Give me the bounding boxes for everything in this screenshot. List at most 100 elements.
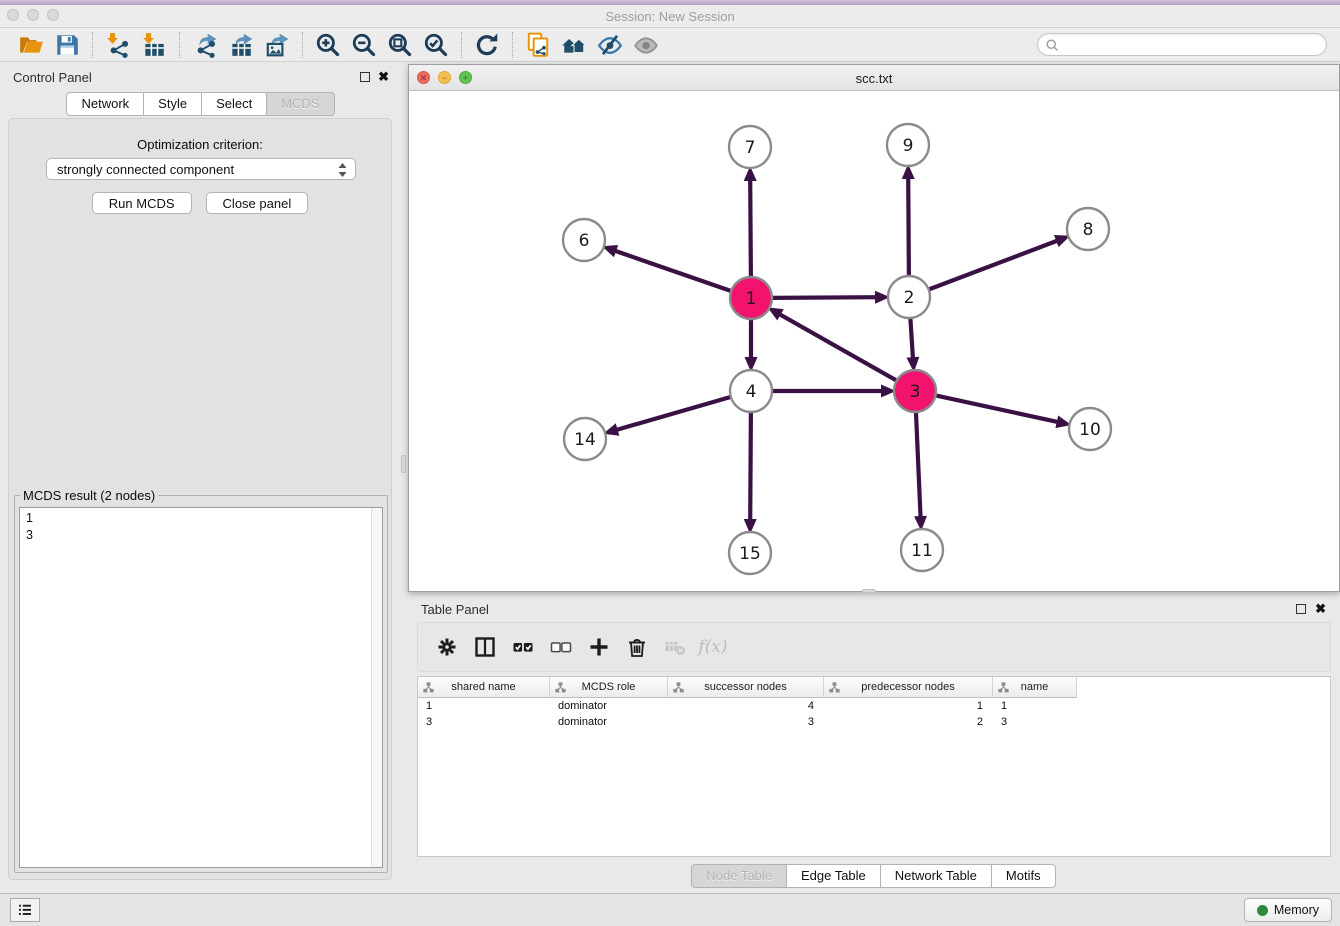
table-cell[interactable]: 4 <box>668 698 824 714</box>
table-cell[interactable]: dominator <box>550 698 668 714</box>
graph-edge-3-11[interactable] <box>916 411 921 518</box>
table-close-panel-icon[interactable]: ✖ <box>1315 601 1326 617</box>
task-history-button[interactable] <box>10 898 40 922</box>
node-table: shared nameMCDS rolesuccessor nodesprede… <box>417 676 1331 857</box>
graph-edge-4-15[interactable] <box>750 411 751 521</box>
save-icon[interactable] <box>49 31 85 59</box>
first-neighbors-icon[interactable] <box>556 31 592 59</box>
horizontal-splitter-handle[interactable] <box>862 589 876 593</box>
graph-node-7[interactable]: 7 <box>729 126 771 168</box>
graph-node-15[interactable]: 15 <box>729 532 771 574</box>
table-cell[interactable]: 1 <box>824 698 993 714</box>
graph-edge-2-8[interactable] <box>928 240 1058 290</box>
refresh-icon[interactable] <box>469 31 505 59</box>
tab-style[interactable]: Style <box>143 92 202 116</box>
tab-mcds[interactable]: MCDS <box>266 92 334 116</box>
search-input[interactable] <box>1064 35 1319 54</box>
table-tab-network-table[interactable]: Network Table <box>880 864 992 888</box>
settings-gear-icon[interactable] <box>428 632 466 662</box>
toolbar-icon-groups <box>0 28 671 61</box>
memory-button[interactable]: Memory <box>1244 898 1332 922</box>
table-cell[interactable]: 3 <box>668 714 824 730</box>
select-all-icon[interactable] <box>504 632 542 662</box>
table-float-panel-icon[interactable] <box>1296 604 1306 614</box>
network-window-titlebar[interactable]: ✕ − + scc.txt <box>409 65 1339 91</box>
run-mcds-button[interactable]: Run MCDS <box>92 192 192 214</box>
graph-node-2[interactable]: 2 <box>888 276 930 318</box>
close-panel-icon[interactable]: ✖ <box>378 69 389 85</box>
tab-network[interactable]: Network <box>66 92 144 116</box>
zoom-in-icon[interactable] <box>310 31 346 59</box>
table-cell[interactable]: 3 <box>418 714 550 730</box>
tab-select[interactable]: Select <box>201 92 267 116</box>
search-box[interactable] <box>1037 33 1327 56</box>
table-row[interactable]: 1dominator411 <box>418 698 1330 714</box>
mcds-result-fieldset: MCDS result (2 nodes) 1 3 <box>14 495 388 873</box>
export-network-icon[interactable] <box>187 31 223 59</box>
column-header-shared-name[interactable]: shared name <box>418 677 550 698</box>
graph-edge-1-6[interactable] <box>614 251 732 292</box>
column-header-predecessor-nodes[interactable]: predecessor nodes <box>824 677 993 698</box>
graph-edge-2-3[interactable] <box>910 317 913 359</box>
svg-text:11: 11 <box>911 541 933 561</box>
column-header-successor-nodes[interactable]: successor nodes <box>668 677 824 698</box>
graph-node-8[interactable]: 8 <box>1067 208 1109 250</box>
graph-edge-1-7[interactable] <box>750 179 751 278</box>
graph-edge-1-2[interactable] <box>771 297 877 298</box>
table-tab-motifs[interactable]: Motifs <box>991 864 1056 888</box>
graph-node-4[interactable]: 4 <box>730 370 772 412</box>
graph-node-1[interactable]: 1 <box>730 277 772 319</box>
column-header-name[interactable]: name <box>993 677 1077 698</box>
delete-table-icon <box>656 632 694 662</box>
graph-node-14[interactable]: 14 <box>564 418 606 460</box>
graph-edge-4-14[interactable] <box>616 397 732 431</box>
svg-text:14: 14 <box>574 430 596 450</box>
graph-node-6[interactable]: 6 <box>563 219 605 261</box>
node-table-body: 1dominator4113dominator323 <box>418 698 1330 730</box>
toolbar-group <box>6 32 92 58</box>
toggle-column-icon[interactable] <box>466 632 504 662</box>
table-tab-edge-table[interactable]: Edge Table <box>786 864 881 888</box>
node-table-header: shared nameMCDS rolesuccessor nodesprede… <box>418 677 1330 698</box>
table-row[interactable]: 3dominator323 <box>418 714 1330 730</box>
table-cell[interactable]: 2 <box>824 714 993 730</box>
deselect-all-icon[interactable] <box>542 632 580 662</box>
toolbar-group <box>302 32 461 58</box>
open-folder-icon[interactable] <box>13 31 49 59</box>
table-cell[interactable]: 1 <box>418 698 550 714</box>
graph-node-9[interactable]: 9 <box>887 124 929 166</box>
graph-edge-2-9[interactable] <box>908 177 909 277</box>
import-network-icon[interactable] <box>100 31 136 59</box>
export-table-icon[interactable] <box>223 31 259 59</box>
column-header-MCDS-role[interactable]: MCDS role <box>550 677 668 698</box>
export-image-icon[interactable] <box>259 31 295 59</box>
graph-node-10[interactable]: 10 <box>1069 408 1111 450</box>
mcds-result-scrollbar[interactable] <box>371 508 382 867</box>
table-tab-node-table[interactable]: Node Table <box>691 864 787 888</box>
vertical-splitter-handle[interactable] <box>401 455 406 473</box>
criterion-select[interactable]: strongly connected component <box>46 158 356 180</box>
graph-node-11[interactable]: 11 <box>901 529 943 571</box>
close-panel-button[interactable]: Close panel <box>206 192 309 214</box>
show-all-icon[interactable] <box>628 31 664 59</box>
graph-edge-3-10[interactable] <box>935 395 1059 422</box>
network-from-selection-icon[interactable] <box>520 31 556 59</box>
float-panel-icon[interactable] <box>360 72 370 82</box>
zoom-out-icon[interactable] <box>346 31 382 59</box>
table-cell[interactable]: 3 <box>993 714 1077 730</box>
import-table-icon[interactable] <box>136 31 172 59</box>
delete-row-icon[interactable] <box>618 632 656 662</box>
table-panel: Table Panel ✖ f(x) shared nameMCDS roles… <box>408 596 1340 890</box>
mcds-result-textarea[interactable]: 1 3 <box>19 507 383 868</box>
zoom-selected-icon[interactable] <box>418 31 454 59</box>
table-cell[interactable]: 1 <box>993 698 1077 714</box>
graph-node-3[interactable]: 3 <box>894 370 936 412</box>
table-cell[interactable]: dominator <box>550 714 668 730</box>
hide-selected-icon[interactable] <box>592 31 628 59</box>
svg-text:7: 7 <box>745 138 756 158</box>
add-row-icon[interactable] <box>580 632 618 662</box>
zoom-fit-icon[interactable] <box>382 31 418 59</box>
toolbar-group <box>512 32 671 58</box>
network-graph-canvas[interactable]: 7 9 6 8 1 2 4 3 14 10 15 11 <box>409 91 1339 591</box>
graph-edge-3-1[interactable] <box>779 314 898 381</box>
